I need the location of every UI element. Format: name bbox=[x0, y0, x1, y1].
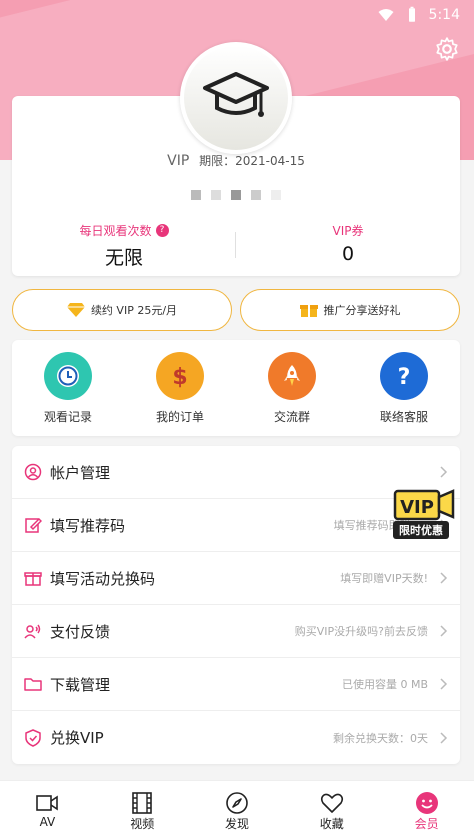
feedback-icon bbox=[24, 622, 42, 640]
menu-title: 填写活动兑换码 bbox=[50, 569, 156, 588]
tab-label: 发现 bbox=[224, 817, 249, 831]
compass-icon bbox=[226, 792, 248, 814]
graduation-cap-icon bbox=[203, 72, 269, 117]
chevron-right-icon bbox=[440, 625, 448, 637]
tab-label: 视频 bbox=[130, 817, 155, 831]
daily-views-value: 无限 bbox=[104, 247, 143, 269]
question-icon: ? bbox=[380, 352, 428, 400]
menu-title: 下载管理 bbox=[50, 675, 111, 694]
menu-title: 帐户管理 bbox=[50, 463, 111, 482]
menu-redeem-vip[interactable]: 兑换VIP 剩余兑换天数：0天 bbox=[12, 711, 460, 764]
expiry-label: 期限： bbox=[199, 154, 236, 168]
tab-member[interactable]: 会员 bbox=[379, 781, 474, 835]
status-bar: 5:14 bbox=[0, 0, 474, 30]
share-gift-label: 推广分享送好礼 bbox=[323, 304, 401, 317]
renew-vip-label: 续约 VIP 25元/月 bbox=[90, 304, 178, 317]
chevron-right-icon bbox=[440, 678, 448, 690]
tab-favorites[interactable]: 收藏 bbox=[284, 781, 379, 835]
status-time: 5:14 bbox=[428, 7, 460, 23]
shield-check-icon bbox=[24, 728, 42, 747]
svg-text:?: ? bbox=[398, 365, 411, 390]
share-gift-button[interactable]: 推广分享送好礼 bbox=[240, 289, 460, 331]
chevron-right-icon bbox=[440, 731, 448, 744]
bottom-tab-bar: AV 视频 发现 收藏 会员 bbox=[0, 780, 474, 835]
tab-video[interactable]: 视频 bbox=[95, 781, 190, 835]
sticker-top-text: VIP bbox=[400, 497, 434, 518]
diamond-icon bbox=[66, 303, 85, 317]
quick-my-orders[interactable]: $ 我的订单 bbox=[124, 340, 236, 436]
gear-icon[interactable] bbox=[434, 36, 460, 62]
vip-promo-sticker[interactable]: VIP 限时优惠 bbox=[393, 487, 455, 541]
stats-row: 每日观看次数? 无限 VIP券 0 bbox=[12, 222, 460, 270]
sticker-bottom-text: 限时优惠 bbox=[399, 523, 443, 537]
vip-expiry: VIP 期限：2021-04-15 bbox=[12, 152, 460, 169]
wifi-icon bbox=[378, 9, 394, 21]
smiley-icon bbox=[415, 792, 438, 814]
coupon-label: VIP券 bbox=[332, 224, 364, 238]
menu-payment-feedback[interactable]: 支付反馈 购买VIP没升级吗?前去反馈 bbox=[12, 605, 460, 658]
tab-label: 会员 bbox=[414, 817, 439, 831]
svg-text:$: $ bbox=[172, 365, 187, 390]
expiry-date: 2021-04-15 bbox=[235, 154, 305, 168]
stats-divider bbox=[235, 232, 236, 258]
dollar-icon: $ bbox=[156, 352, 204, 400]
vip-label: VIP bbox=[167, 153, 190, 169]
menu-title: 兑换VIP bbox=[50, 729, 104, 747]
gift-icon bbox=[24, 569, 42, 587]
coupon-stat[interactable]: VIP券 0 bbox=[236, 222, 460, 270]
tab-label: 收藏 bbox=[319, 817, 344, 831]
menu-redeem-code[interactable]: 填写活动兑换码 填写即赠VIP天数! bbox=[12, 552, 460, 605]
tab-label: AV bbox=[39, 815, 56, 829]
quick-watch-history[interactable]: 观看记录 bbox=[12, 340, 124, 436]
help-icon[interactable]: ? bbox=[155, 224, 169, 237]
coupon-value: 0 bbox=[341, 243, 355, 265]
menu-title: 填写推荐码 bbox=[50, 516, 126, 535]
renew-vip-button[interactable]: 续约 VIP 25元/月 bbox=[12, 289, 232, 331]
menu-hint: 填写即赠VIP天数! bbox=[340, 572, 428, 585]
quick-customer-service[interactable]: ? 联络客服 bbox=[348, 340, 460, 436]
quick-actions: 观看记录 $ 我的订单 交流群 ? 联络客服 bbox=[12, 340, 460, 436]
quick-label: 我的订单 bbox=[155, 410, 204, 424]
masked-user-id bbox=[12, 190, 460, 200]
video-camera-icon bbox=[36, 795, 59, 811]
chevron-right-icon bbox=[440, 466, 448, 478]
rocket-icon bbox=[268, 352, 316, 400]
menu-title: 支付反馈 bbox=[50, 622, 111, 641]
daily-views-stat: 每日观看次数? 无限 bbox=[12, 222, 236, 270]
folder-icon bbox=[24, 675, 42, 693]
film-icon bbox=[132, 792, 152, 814]
battery-icon bbox=[408, 6, 415, 22]
quick-label: 观看记录 bbox=[43, 410, 92, 424]
user-circle-icon bbox=[24, 463, 42, 481]
tab-discover[interactable]: 发现 bbox=[190, 781, 285, 835]
menu-hint: 购买VIP没升级吗?前去反馈 bbox=[294, 625, 428, 638]
quick-label: 联络客服 bbox=[379, 410, 428, 424]
gift-icon bbox=[299, 305, 318, 317]
heart-icon bbox=[320, 793, 343, 813]
menu-hint: 剩余兑换天数：0天 bbox=[333, 731, 428, 745]
edit-icon bbox=[24, 516, 43, 534]
quick-chat-group[interactable]: 交流群 bbox=[236, 340, 348, 436]
menu-hint: 已使用容量 0 MB bbox=[341, 678, 428, 691]
quick-label: 交流群 bbox=[273, 410, 310, 424]
tab-av[interactable]: AV bbox=[0, 781, 95, 835]
chevron-right-icon bbox=[440, 572, 448, 584]
daily-views-label: 每日观看次数 bbox=[79, 224, 152, 238]
menu-download-management[interactable]: 下载管理 已使用容量 0 MB bbox=[12, 658, 460, 711]
clock-icon bbox=[44, 352, 92, 400]
avatar[interactable] bbox=[180, 42, 292, 154]
